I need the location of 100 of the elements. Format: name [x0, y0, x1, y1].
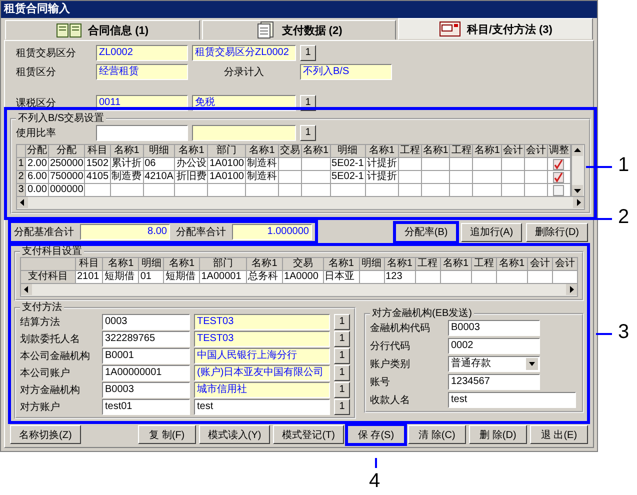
table-cell	[501, 170, 524, 184]
field-label: 分行代码	[370, 340, 410, 353]
row-header[interactable]: 1	[16, 158, 26, 170]
table-cell: 750000	[48, 170, 85, 184]
column-header[interactable]: 明细	[143, 144, 175, 158]
column-header[interactable]: 工程	[398, 144, 422, 158]
action-button[interactable]: 分配率(B)	[395, 222, 457, 242]
total-field: 1.000000	[232, 224, 312, 240]
action-button[interactable]: 保 存(S)	[347, 425, 405, 444]
lookup-button[interactable]: 1	[334, 314, 350, 330]
column-header[interactable]: 名称1	[301, 144, 330, 158]
lookup-button[interactable]: 1	[334, 398, 350, 414]
column-header[interactable]: 名称1	[245, 144, 278, 158]
column-header[interactable]: 部门	[208, 144, 246, 158]
name-field[interactable]: 租赁交易区分ZL0002	[192, 44, 296, 60]
code-field[interactable]: 322289765	[102, 330, 190, 346]
column-header[interactable]: 名称1	[164, 258, 200, 270]
code-field[interactable]: 0003	[102, 314, 190, 330]
column-header[interactable]: 交易	[278, 144, 302, 158]
name-field[interactable]: 不列入B/S	[300, 64, 392, 80]
code-field[interactable]: test01	[102, 398, 190, 414]
column-header[interactable]: 名称1	[110, 144, 144, 158]
checkbox[interactable]	[553, 172, 564, 182]
row-header[interactable]: 3	[16, 184, 26, 196]
input-field[interactable]: 1234567	[448, 374, 540, 390]
action-button[interactable]: 名称切换(Z)	[10, 425, 81, 444]
callout-number: 1	[618, 153, 630, 177]
name-field[interactable]: 城市信用社	[194, 382, 330, 398]
column-header[interactable]: 工程	[471, 258, 496, 270]
group-title: 不列入B/S交易设置	[17, 113, 106, 124]
column-header[interactable]: 名称1	[102, 258, 139, 270]
action-button[interactable]: 退 出(E)	[530, 425, 588, 444]
tab[interactable]: 合同信息 (1)	[5, 20, 200, 40]
column-header[interactable]: 部门	[200, 258, 247, 270]
action-button[interactable]: 清 除(C)	[408, 425, 466, 444]
leader-line	[586, 166, 612, 168]
lookup-button[interactable]: 1	[300, 44, 316, 60]
column-header[interactable]: 明细	[138, 258, 164, 270]
field-label: 划款委托人名	[20, 332, 81, 346]
action-button[interactable]: 复 制(F)	[138, 425, 196, 444]
column-header[interactable]: 科目	[84, 144, 110, 158]
checkbox[interactable]	[553, 158, 564, 170]
column-header[interactable]: 工程	[415, 258, 440, 270]
code-field[interactable]: 经营租赁	[96, 64, 188, 80]
column-header[interactable]: 名称1	[472, 144, 502, 158]
name-field[interactable]: TEST03	[194, 314, 330, 330]
book-icon	[56, 22, 82, 38]
action-button[interactable]: 模式读入(Y)	[198, 425, 270, 444]
dropdown[interactable]: 普通存款	[448, 356, 540, 372]
column-header[interactable]: 调整	[547, 144, 570, 158]
column-header[interactable]: 名称1	[323, 258, 360, 270]
field-label: 本公司金融机构	[20, 350, 91, 362]
group-title: 对方金融机构(EB发送)	[371, 308, 473, 319]
column-header[interactable]: 名称1	[384, 258, 416, 270]
lookup-button[interactable]: 1	[334, 364, 350, 380]
column-header[interactable]: 分配	[48, 144, 85, 158]
row-header[interactable]: 2	[16, 170, 26, 184]
code-field[interactable]: B0001	[102, 348, 190, 364]
column-header[interactable]: 明细	[330, 144, 366, 158]
action-button[interactable]: 追加行(A)	[460, 222, 522, 242]
code-field[interactable]: ZL0002	[96, 44, 188, 60]
column-header[interactable]: 交易	[282, 258, 324, 270]
column-header[interactable]: 名称1	[365, 144, 398, 158]
column-header[interactable]: 会计	[552, 258, 578, 270]
column-header[interactable]: 会计	[501, 144, 524, 158]
lookup-button[interactable]: 1	[334, 382, 350, 398]
lookup-button[interactable]: 1	[334, 330, 350, 346]
name-field[interactable]: TEST03	[194, 330, 330, 346]
column-header[interactable]: 分配	[25, 144, 48, 158]
lookup-button[interactable]: 1	[334, 348, 350, 364]
name-field[interactable]: test	[194, 398, 330, 414]
column-header[interactable]: 会计	[527, 258, 552, 270]
checkbox[interactable]	[553, 184, 564, 196]
tab[interactable]: 支付数据 (2)	[202, 20, 396, 40]
name-field[interactable]: (账户)日本亚友中国有限公司	[194, 364, 330, 380]
name-field[interactable]	[192, 124, 296, 140]
column-header[interactable]: 名称1	[174, 144, 208, 158]
input-field[interactable]: B0003	[448, 320, 540, 336]
code-field[interactable]: 1A00000001	[102, 364, 190, 380]
column-header[interactable]: 名称1	[421, 144, 450, 158]
action-button[interactable]: 删 除(D)	[469, 425, 527, 444]
column-header[interactable]: 会计	[524, 144, 548, 158]
tab[interactable]: 科目/支付方法 (3)	[398, 18, 594, 40]
input-field[interactable]	[96, 124, 188, 140]
name-field[interactable]: 中国人民银行上海分行	[194, 348, 330, 364]
code-field[interactable]: B0003	[102, 382, 190, 398]
action-button[interactable]: 模式登记(T)	[273, 425, 344, 444]
table-cell	[421, 170, 450, 184]
column-header[interactable]: 科目	[76, 258, 103, 270]
input-field[interactable]: test	[448, 392, 576, 408]
action-button[interactable]: 删除行(D)	[526, 222, 588, 242]
column-header[interactable]: 名称1	[246, 258, 282, 270]
column-header[interactable]: 明细	[359, 258, 384, 270]
lookup-button[interactable]: 1	[300, 124, 316, 140]
row-header[interactable]: 支付科目	[20, 270, 76, 284]
input-field[interactable]: 0002	[448, 338, 540, 354]
column-header[interactable]: 名称1	[440, 258, 472, 270]
column-header[interactable]: 工程	[450, 144, 473, 158]
table-cell: 1502	[84, 158, 110, 170]
column-header[interactable]: 名称1	[496, 258, 528, 270]
